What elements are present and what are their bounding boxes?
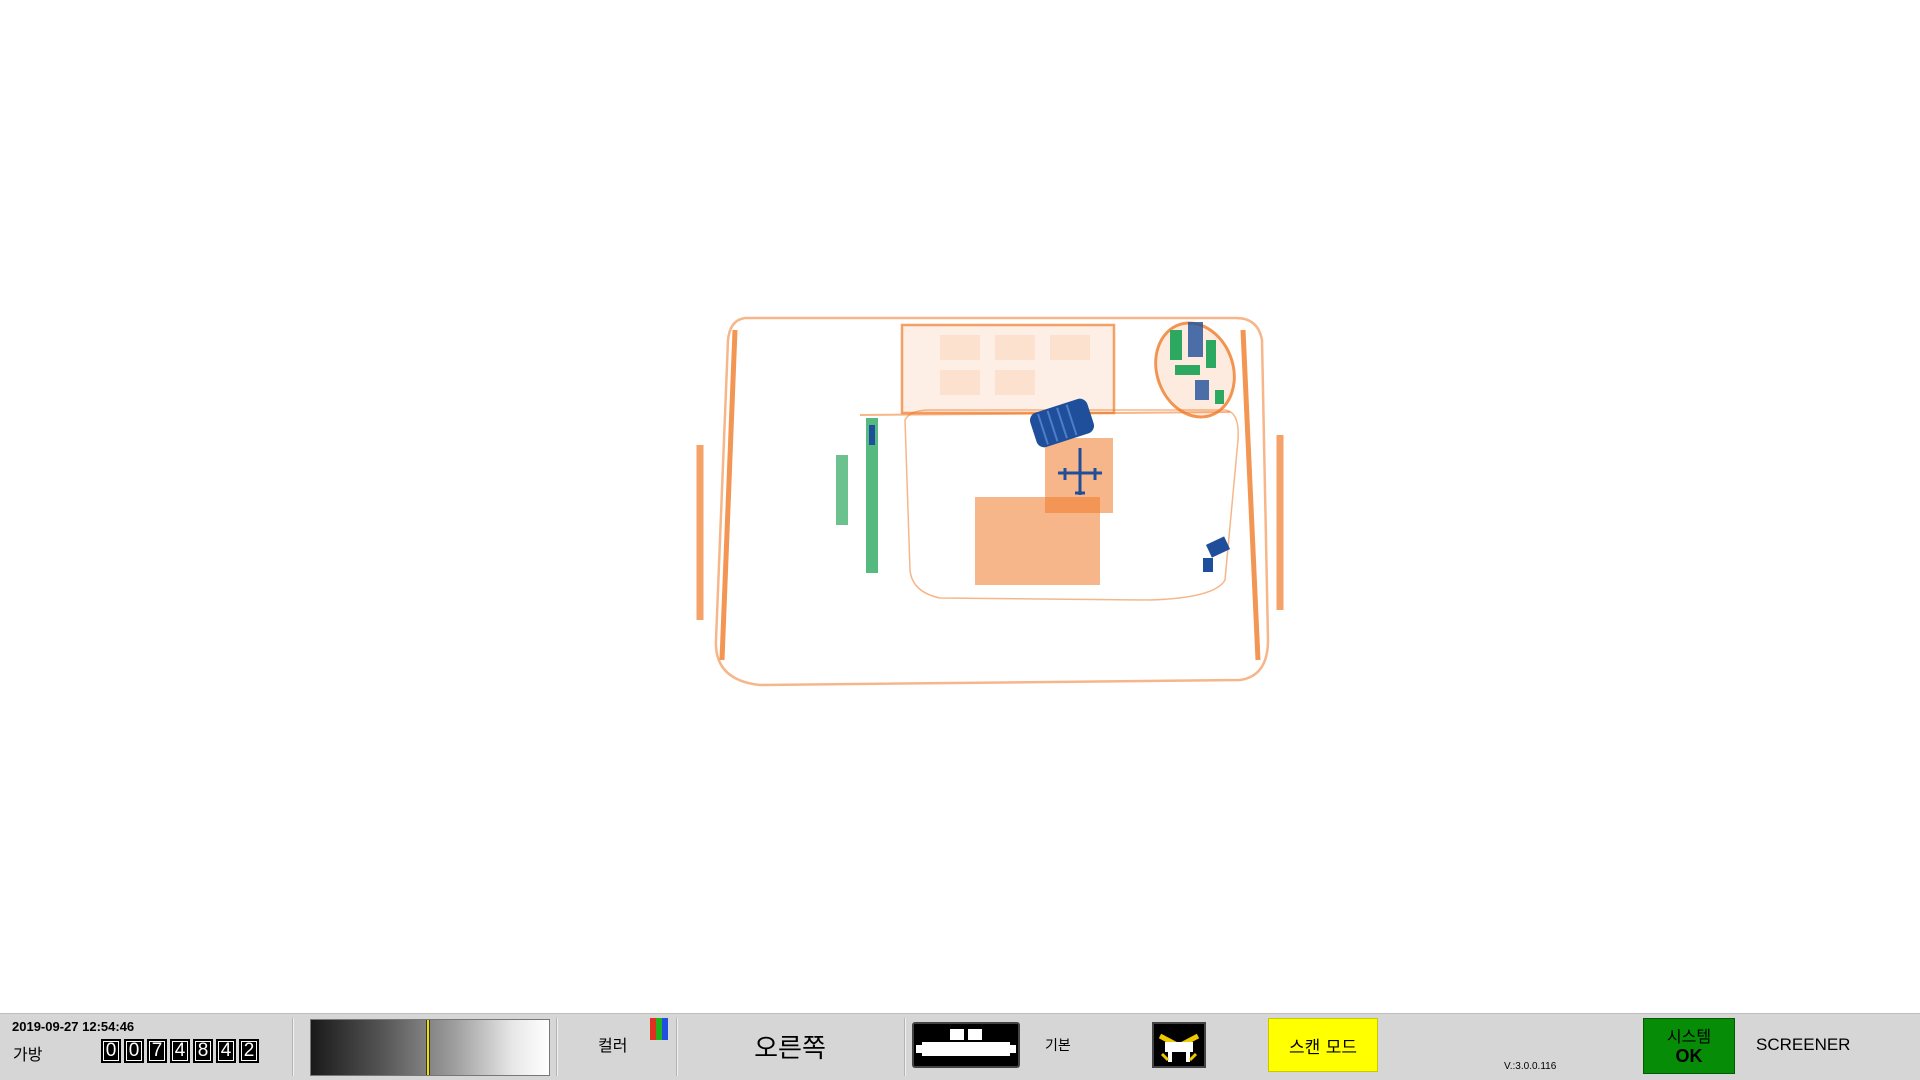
operator-role: SCREENER [1756,1035,1851,1054]
contrast-slider[interactable] [310,1019,550,1076]
counter-digit: 0 [124,1039,144,1063]
system-status-value: OK [1675,1045,1703,1066]
divider [556,1018,558,1076]
contrast-slider-handle[interactable] [426,1020,430,1075]
bag-counter: 0 0 7 4 8 4 2 [101,1039,259,1063]
counter-digit: 4 [216,1039,236,1063]
scan-mode-button[interactable]: 스캔 모드 [1268,1018,1378,1072]
conveyor-belt-icon[interactable] [912,1022,1020,1068]
counter-digit: 7 [147,1039,167,1063]
divider [904,1018,906,1076]
color-mode-label[interactable]: 컬러 [598,1032,627,1056]
datetime: 2019-09-27 12:54:46 [12,1019,135,1034]
divider [676,1018,678,1076]
preset-label: 기본 [1045,1038,1071,1054]
status-bar: 2019-09-27 12:54:46 가방 0 0 7 4 8 4 2 컬러 … [0,1013,1920,1080]
system-status-badge[interactable]: 시스템 OK [1643,1018,1735,1074]
counter-digit: 4 [170,1039,190,1063]
direction-label[interactable]: 오른쪽 [740,1028,840,1065]
auto-scan-icon[interactable] [1152,1022,1206,1068]
color-mode-icon[interactable] [650,1018,668,1040]
divider [292,1018,294,1076]
counter-digit: 0 [101,1039,121,1063]
counter-digit: 2 [239,1039,259,1063]
bag-count-label: 가방 [13,1045,43,1064]
counter-digit: 8 [193,1039,213,1063]
xray-viewport[interactable] [0,0,1920,1013]
version-label: V.:3.0.0.116 [1504,1061,1557,1072]
system-status-label: 시스템 [1666,1026,1712,1046]
blue-bar [662,1018,668,1040]
xray-baggage-image [696,316,1284,687]
